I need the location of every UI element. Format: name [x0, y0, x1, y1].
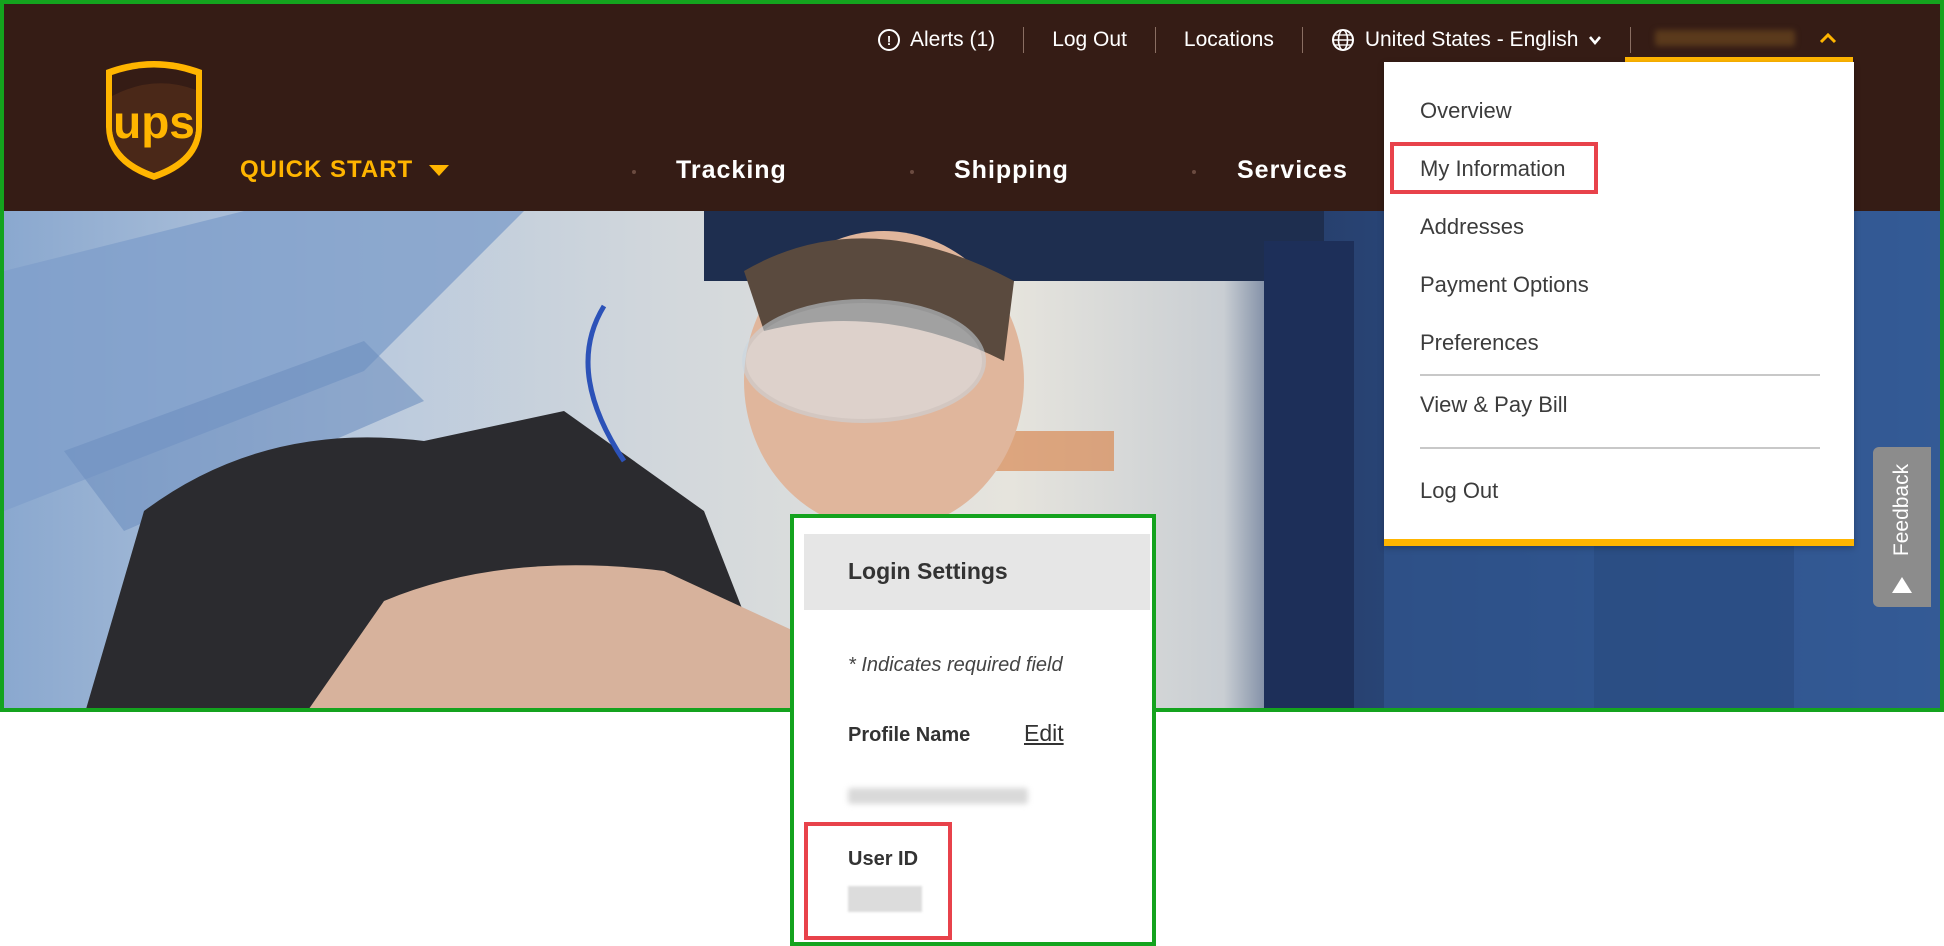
menu-item-preferences[interactable]: Preferences	[1420, 330, 1539, 356]
menu-item-addresses[interactable]: Addresses	[1420, 214, 1524, 240]
feedback-label: Feedback	[1890, 463, 1913, 557]
nav-dot	[632, 170, 636, 174]
redacted-profile-name	[848, 788, 1028, 804]
language-label: United States - English	[1364, 28, 1579, 51]
alert-icon: !	[878, 29, 900, 51]
utility-divider	[1023, 27, 1025, 53]
menu-divider	[1420, 447, 1820, 449]
account-menu-toggle[interactable]	[1625, 18, 1853, 63]
menu-item-payment-options[interactable]: Payment Options	[1420, 272, 1589, 298]
required-field-note: * Indicates required field	[848, 654, 1063, 676]
locations-label: Locations	[1183, 28, 1274, 51]
nav-tracking[interactable]: Tracking	[676, 156, 787, 185]
edit-profile-name-link[interactable]: Edit	[1024, 720, 1064, 747]
alerts-link[interactable]: ! Alerts (1)	[878, 28, 995, 52]
header-logout-link[interactable]: Log Out	[1052, 28, 1127, 52]
profile-name-label: Profile Name	[848, 724, 971, 746]
alerts-label: Alerts (1)	[910, 28, 996, 51]
highlight-box-user-id	[804, 822, 952, 940]
account-dropdown-menu: Overview My Information Addresses Paymen…	[1384, 62, 1854, 546]
nav-services[interactable]: Services	[1237, 156, 1348, 185]
nav-dot	[910, 170, 914, 174]
utility-nav: ! Alerts (1) Log Out Locations United St…	[878, 24, 1659, 56]
redacted-account-name	[1655, 29, 1795, 46]
arrow-up-icon	[1892, 577, 1912, 593]
feedback-tab[interactable]: Feedback	[1873, 447, 1931, 607]
menu-item-overview[interactable]: Overview	[1420, 98, 1512, 124]
login-settings-panel: Login Settings * Indicates required fiel…	[790, 514, 1156, 946]
globe-icon	[1331, 29, 1354, 51]
menu-item-log-out[interactable]: Log Out	[1420, 478, 1498, 504]
locations-link[interactable]: Locations	[1184, 28, 1274, 52]
language-selector[interactable]: United States - English	[1331, 28, 1603, 52]
chevron-down-icon	[1589, 36, 1602, 46]
logout-label: Log Out	[1052, 28, 1127, 51]
chevron-up-icon	[1819, 32, 1837, 43]
menu-divider	[1420, 374, 1820, 376]
utility-divider	[1154, 27, 1156, 53]
nav-shipping[interactable]: Shipping	[954, 156, 1069, 185]
highlight-box-my-information	[1390, 142, 1598, 194]
login-settings-header: Login Settings	[804, 534, 1150, 610]
login-settings-title: Login Settings	[848, 558, 1008, 584]
utility-divider	[1301, 27, 1303, 53]
logo-text: ups	[113, 96, 195, 148]
nav-dot	[1192, 170, 1196, 174]
menu-item-view-pay-bill[interactable]: View & Pay Bill	[1420, 392, 1568, 418]
